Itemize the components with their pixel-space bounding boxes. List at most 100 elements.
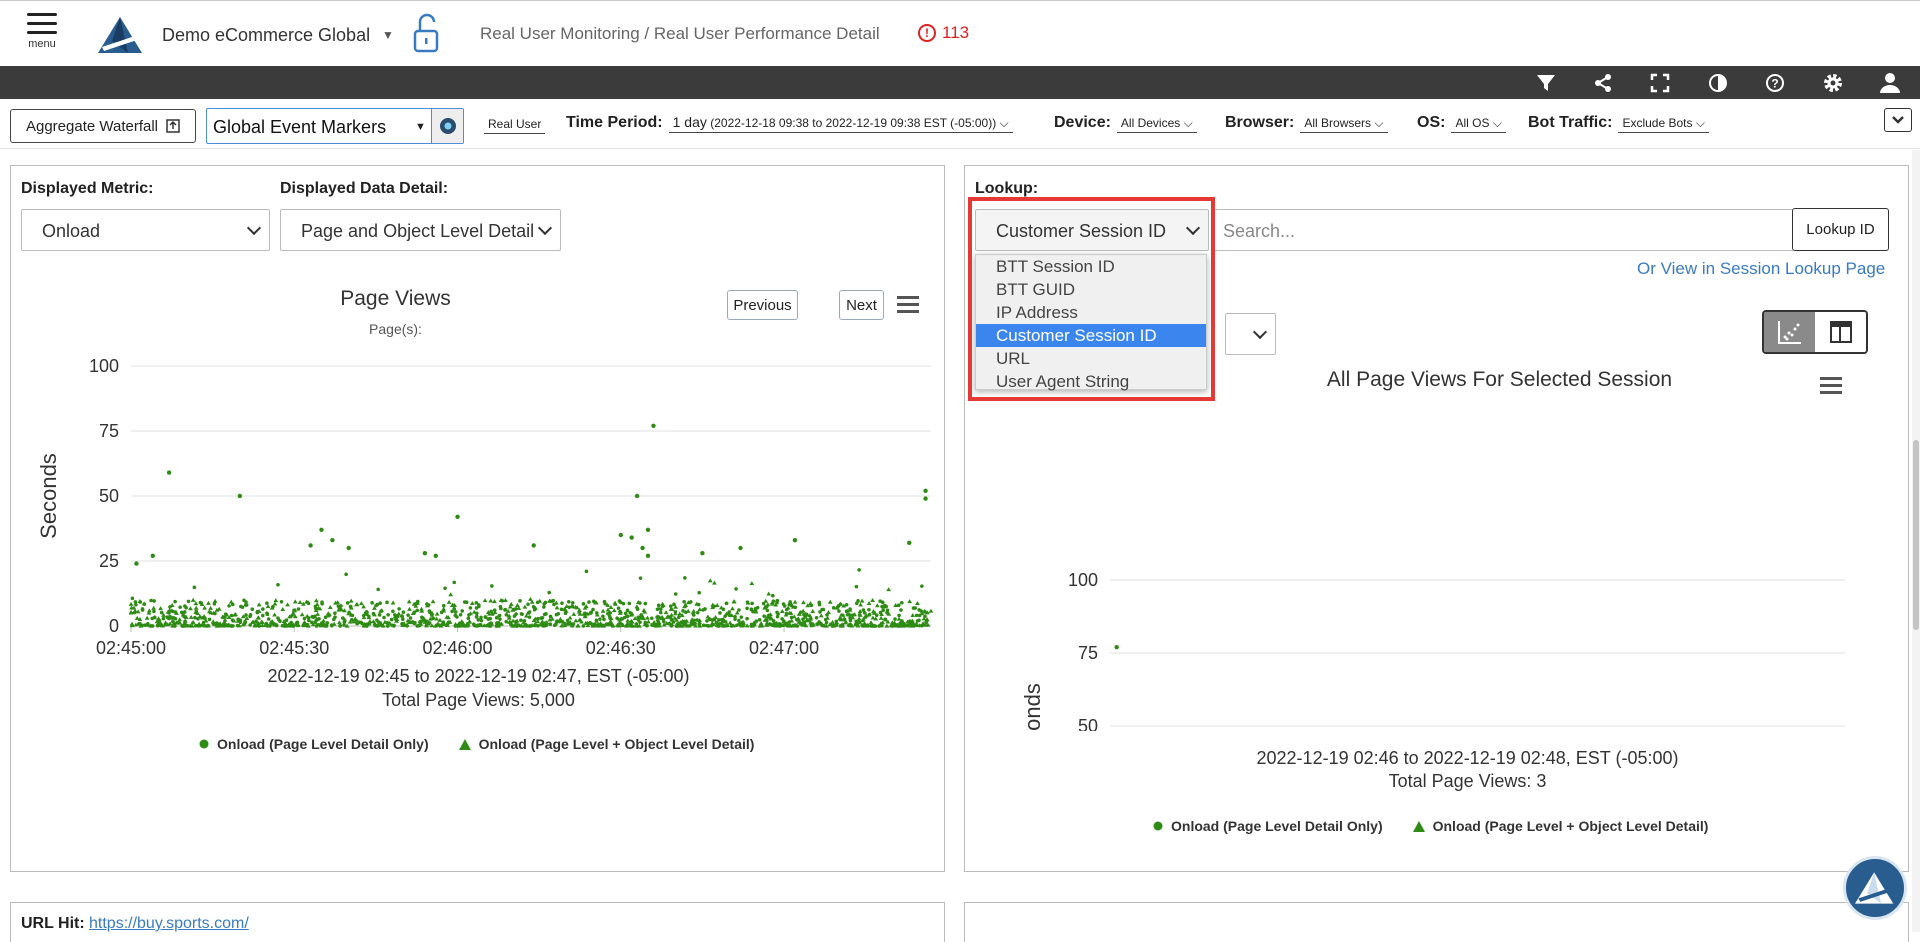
data-point: [305, 622, 310, 627]
data-point: [371, 611, 376, 616]
displayed-data-detail-select[interactable]: Page and Object Level Detail: [280, 209, 561, 251]
data-point: [385, 620, 389, 625]
chevron-down-icon: ⌵: [1183, 116, 1193, 130]
data-point: [554, 605, 560, 610]
data-point: [885, 608, 890, 613]
data-point: [867, 607, 871, 612]
data-point: [635, 624, 639, 628]
breadcrumb: Real User Monitoring / Real User Perform…: [480, 24, 880, 43]
real-user-selector[interactable]: Real User: [484, 117, 546, 134]
data-point: [859, 598, 865, 603]
session-select[interactable]: [1225, 313, 1276, 355]
data-point: [554, 620, 559, 625]
data-point: [634, 493, 640, 499]
session-lookup-link[interactable]: Or View in Session Lookup Page: [1637, 259, 1885, 279]
browser-filter[interactable]: Browser: All Browsers ⌵: [1225, 114, 1388, 133]
filter-icon[interactable]: [1533, 70, 1559, 96]
event-markers-select[interactable]: Global Event Markers ▼: [206, 108, 464, 144]
data-point: [350, 613, 355, 618]
lookup-id-button[interactable]: Lookup ID: [1792, 208, 1889, 251]
share-icon[interactable]: [1590, 70, 1616, 96]
data-point: [244, 613, 248, 617]
data-point: [276, 616, 280, 620]
lookup-type-select[interactable]: Customer Session ID: [975, 209, 1209, 251]
map-pin-icon[interactable]: [431, 109, 463, 143]
data-point: [635, 607, 640, 612]
legend-item-page-level[interactable]: Onload (Page Level Detail Only): [1153, 818, 1383, 834]
aggregate-waterfall-button[interactable]: Aggregate Waterfall: [10, 109, 196, 143]
gear-icon[interactable]: [1820, 70, 1846, 96]
data-point: [400, 614, 404, 618]
lookup-search-input[interactable]: Search...: [1212, 209, 1793, 251]
data-point: [907, 599, 913, 604]
alert-count[interactable]: ! 113: [918, 23, 969, 43]
dropdown-option[interactable]: IP Address: [976, 301, 1206, 324]
dropdown-option[interactable]: URL: [976, 347, 1206, 370]
data-point: [457, 624, 461, 628]
data-point: [854, 601, 859, 606]
scrollbar-thumb[interactable]: [1913, 440, 1919, 630]
browser-value-text: All Browsers: [1304, 116, 1372, 130]
data-point: [296, 607, 301, 611]
data-point: [719, 617, 724, 622]
unlock-icon[interactable]: [412, 13, 442, 60]
menu-button[interactable]: menu: [22, 13, 62, 50]
help-icon[interactable]: ?: [1762, 70, 1788, 96]
help-assistant-button[interactable]: [1843, 856, 1907, 920]
app-selector-caret-icon[interactable]: ▼: [382, 28, 394, 42]
data-point: [308, 543, 313, 548]
dropdown-option[interactable]: BTT Session ID: [976, 255, 1206, 278]
page-scrollbar[interactable]: [1912, 150, 1920, 932]
next-button[interactable]: Next: [839, 290, 884, 320]
data-point: [563, 611, 568, 616]
data-point: [265, 601, 269, 605]
data-point: [893, 617, 897, 621]
data-point: [208, 605, 214, 610]
data-point: [801, 600, 806, 605]
data-point: [360, 621, 364, 626]
data-point: [422, 551, 428, 556]
legend-item-object-level[interactable]: Onload (Page Level + Object Level Detail…: [1412, 818, 1708, 834]
data-point: [907, 540, 912, 545]
data-point: [602, 617, 606, 622]
data-point: [434, 611, 440, 616]
data-point: [519, 618, 523, 623]
data-point: [397, 607, 401, 611]
dropdown-option[interactable]: Customer Session ID: [976, 324, 1206, 347]
contrast-icon[interactable]: [1705, 70, 1731, 96]
data-point: [276, 582, 280, 587]
dropdown-option[interactable]: BTT GUID: [976, 278, 1206, 301]
chevron-down-icon: [1252, 324, 1268, 340]
previous-button[interactable]: Previous: [727, 290, 798, 320]
os-filter[interactable]: OS: All OS ⌵: [1417, 114, 1506, 133]
dropdown-option[interactable]: User Agent String: [976, 370, 1206, 393]
legend-item-page-level[interactable]: Onload (Page Level Detail Only): [199, 736, 429, 752]
displayed-metric-select[interactable]: Onload: [21, 209, 270, 251]
bot-traffic-filter[interactable]: Bot Traffic: Exclude Bots ⌵: [1528, 114, 1709, 133]
collapse-filters-button[interactable]: [1884, 108, 1912, 132]
data-point: [311, 615, 316, 619]
fullscreen-icon[interactable]: [1647, 70, 1673, 96]
legend-item-object-level[interactable]: Onload (Page Level + Object Level Detail…: [458, 736, 754, 752]
data-point: [310, 620, 314, 625]
table-view-button[interactable]: [1815, 312, 1866, 352]
os-value: All OS ⌵: [1451, 116, 1506, 133]
app-selector[interactable]: Demo eCommerce Global: [162, 25, 370, 46]
user-icon[interactable]: [1877, 70, 1903, 96]
chart-legend: Onload (Page Level Detail Only) Onload (…: [199, 736, 754, 752]
scatter-view-button[interactable]: [1764, 312, 1815, 352]
data-point: [570, 601, 575, 605]
url-hit-link[interactable]: https://buy.sports.com/: [89, 915, 249, 933]
data-point: [874, 603, 880, 608]
data-point: [181, 611, 185, 616]
time-period-filter[interactable]: Time Period: 1 day (2022-12-18 09:38 to 2…: [566, 114, 1013, 133]
data-point: [382, 615, 386, 620]
data-point: [855, 621, 860, 626]
data-point: [817, 620, 821, 624]
device-filter[interactable]: Device: All Devices ⌵: [1054, 114, 1197, 133]
hamburger-icon-bar: [27, 22, 57, 25]
data-point: [128, 601, 134, 606]
data-point: [323, 615, 328, 620]
data-point: [697, 607, 703, 612]
chart-menu-icon[interactable]: [897, 296, 919, 317]
